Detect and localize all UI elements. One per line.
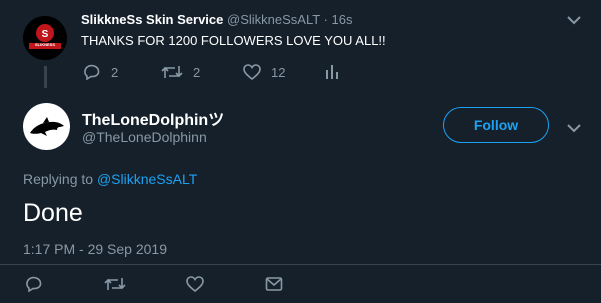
main-handle[interactable]: @TheLoneDolphinn bbox=[82, 129, 207, 145]
follow-button[interactable]: Follow bbox=[443, 107, 549, 143]
parent-chevron-button[interactable] bbox=[566, 13, 582, 31]
reply-icon bbox=[26, 276, 42, 292]
parent-like-action[interactable]: 12 bbox=[243, 64, 285, 80]
thread-connector bbox=[44, 66, 47, 88]
parent-reply-count: 2 bbox=[111, 64, 119, 80]
dolphin-icon bbox=[30, 117, 64, 136]
replying-to: Replying to @SlikkneSsALT bbox=[23, 171, 197, 187]
parent-like-count: 12 bbox=[271, 64, 286, 80]
main-message-action[interactable] bbox=[265, 276, 283, 292]
parent-time[interactable]: 16s bbox=[332, 12, 353, 27]
chevron-down-icon bbox=[567, 124, 581, 133]
parent-handle[interactable]: @SlikkneSsALT bbox=[227, 12, 320, 27]
actions-divider bbox=[0, 264, 601, 265]
main-timestamp[interactable]: 1:17 PM - 29 Sep 2019 bbox=[23, 241, 167, 257]
retweet-icon bbox=[161, 66, 183, 78]
main-reply-action[interactable] bbox=[25, 276, 43, 292]
parent-reply-action[interactable]: 2 bbox=[83, 64, 118, 80]
main-tweet-text: Done bbox=[23, 199, 83, 227]
message-icon bbox=[265, 277, 283, 291]
parent-avatar-badge-text: SLIKNESS bbox=[34, 42, 55, 47]
like-icon bbox=[186, 276, 204, 292]
parent-retweet-count: 2 bbox=[193, 64, 201, 80]
main-avatar[interactable] bbox=[23, 103, 70, 150]
retweet-icon bbox=[104, 278, 126, 290]
parent-header: SlikkneSs Skin Service @SlikkneSsALT · 1… bbox=[81, 12, 352, 27]
main-chevron-button[interactable] bbox=[566, 121, 582, 139]
main-like-action[interactable] bbox=[186, 276, 204, 292]
parent-avatar[interactable]: S bbox=[23, 16, 67, 60]
analytics-icon bbox=[326, 65, 338, 79]
replying-to-handle[interactable]: @SlikkneSsALT bbox=[97, 171, 197, 187]
parent-retweet-action[interactable]: 2 bbox=[161, 64, 200, 80]
like-icon bbox=[243, 64, 261, 80]
parent-tweet-text: THANKS FOR 1200 FOLLOWERS LOVE YOU ALL!! bbox=[81, 33, 386, 48]
chevron-down-icon bbox=[567, 16, 581, 25]
reply-icon bbox=[84, 64, 100, 80]
main-display-name[interactable]: TheLoneDolphinツ bbox=[82, 106, 224, 130]
replying-to-label: Replying to bbox=[23, 171, 94, 187]
parent-separator: · bbox=[323, 12, 328, 27]
parent-display-name[interactable]: SlikkneSs Skin Service bbox=[81, 12, 223, 27]
slikkness-logo-icon: S bbox=[23, 16, 67, 60]
parent-analytics-action[interactable] bbox=[325, 64, 339, 80]
main-retweet-action[interactable] bbox=[104, 276, 126, 292]
svg-text:S: S bbox=[42, 29, 49, 40]
